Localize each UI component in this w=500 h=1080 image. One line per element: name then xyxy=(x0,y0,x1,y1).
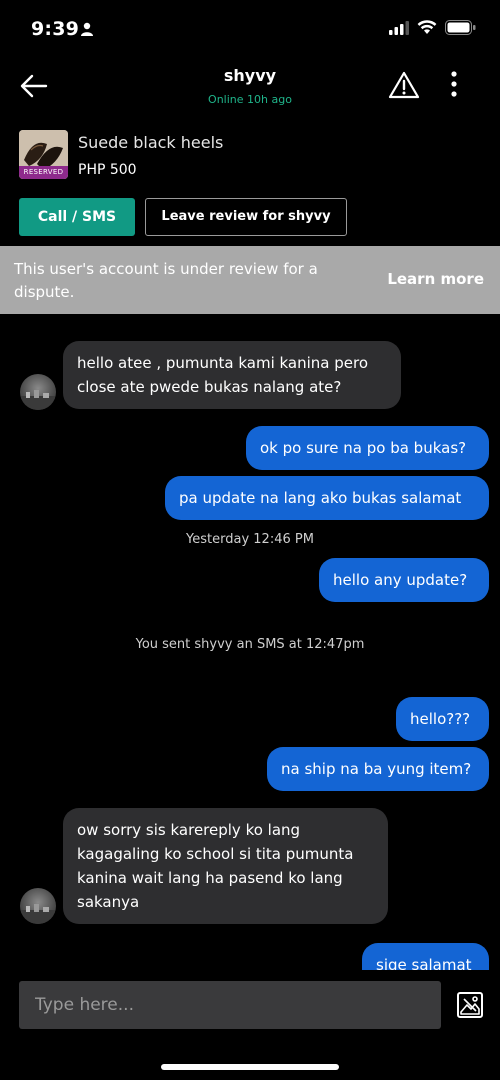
product-summary[interactable]: RESERVED Suede black heels PHP 500 xyxy=(19,130,479,180)
person-icon xyxy=(81,22,93,36)
chat-title: shyvy xyxy=(223,66,277,85)
status-bar: 9:39 xyxy=(0,0,500,58)
message-outgoing: sige salamat xyxy=(362,943,489,970)
image-attach-icon[interactable] xyxy=(455,990,485,1020)
more-options-icon[interactable] xyxy=(444,70,464,100)
message-outgoing: hello any update? xyxy=(319,558,489,602)
message-incoming: ow sorry sis karereply ko lang kagagalin… xyxy=(63,808,388,924)
message-incoming: hello atee , pumunta kami kanina pero cl… xyxy=(63,341,401,409)
timestamp: Yesterday 12:46 PM xyxy=(186,532,314,547)
message-outgoing: na ship na ba yung item? xyxy=(267,747,489,791)
message-outgoing: ok po sure na po ba bukas? xyxy=(246,426,489,470)
dispute-banner-text: This user's account is under review for … xyxy=(14,260,318,301)
warning-icon[interactable] xyxy=(388,70,420,100)
dispute-banner: This user's account is under review for … xyxy=(0,246,500,314)
product-price: PHP 500 xyxy=(78,162,137,178)
leave-review-button[interactable]: Leave review for shyvy xyxy=(145,198,347,236)
message-input[interactable] xyxy=(19,981,441,1029)
battery-icon xyxy=(445,20,476,35)
home-indicator[interactable] xyxy=(161,1064,339,1070)
chat-header: shyvy Online 10h ago xyxy=(0,58,500,116)
sms-notice: You sent shyvy an SMS at 12:47pm xyxy=(135,637,365,652)
message-outgoing: pa update na lang ako bukas salamat xyxy=(165,476,489,520)
product-thumbnail: RESERVED xyxy=(19,130,68,179)
status-time: 9:39 xyxy=(31,18,80,40)
wifi-icon xyxy=(417,20,437,34)
learn-more-link[interactable]: Learn more xyxy=(387,270,484,288)
avatar[interactable] xyxy=(20,888,56,924)
message-list[interactable]: hello atee , pumunta kami kanina pero cl… xyxy=(0,314,500,970)
message-composer[interactable] xyxy=(19,981,441,1029)
product-name: Suede black heels xyxy=(78,133,224,152)
signal-icon xyxy=(389,20,409,35)
call-sms-button[interactable]: Call / SMS xyxy=(19,198,135,236)
reserved-badge: RESERVED xyxy=(19,166,68,179)
online-status: Online 10h ago xyxy=(208,93,292,106)
avatar[interactable] xyxy=(20,374,56,410)
message-outgoing: hello??? xyxy=(396,697,489,741)
status-icons xyxy=(389,20,476,35)
